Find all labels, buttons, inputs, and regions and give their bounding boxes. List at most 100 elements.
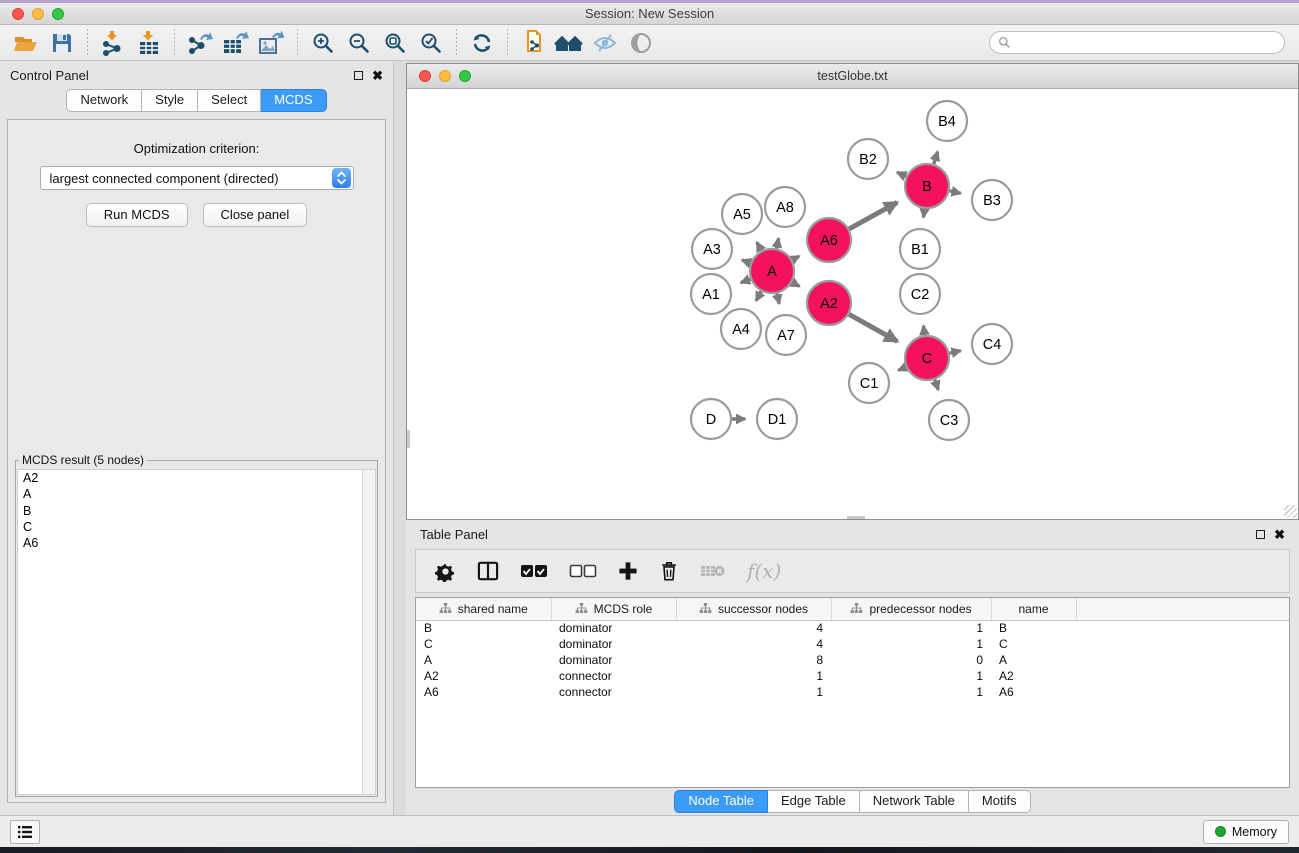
mcds-result-item[interactable]: A2 xyxy=(18,470,375,486)
gear-button[interactable] xyxy=(435,561,456,582)
search-field[interactable] xyxy=(989,31,1285,54)
delete-column-button[interactable] xyxy=(659,560,679,582)
import-network-button[interactable] xyxy=(95,28,131,58)
close-window-button[interactable] xyxy=(12,8,24,20)
float-table-panel-icon[interactable] xyxy=(1256,530,1265,539)
deselect-all-button[interactable] xyxy=(569,564,597,578)
table-panel-header: Table Panel ✖ xyxy=(406,520,1299,548)
network-zoom-button[interactable] xyxy=(459,70,471,82)
tab-style[interactable]: Style xyxy=(142,89,198,112)
graph-edge-A-A7[interactable] xyxy=(777,294,779,304)
mcds-list-scrollbar[interactable] xyxy=(362,470,375,794)
zoom-fit-button[interactable] xyxy=(377,28,413,58)
network-minimize-button[interactable] xyxy=(439,70,451,82)
table-cell-filler xyxy=(1076,684,1289,700)
column-header-MCDS-role[interactable]: MCDS role xyxy=(551,598,676,620)
graph-edge-A-A3[interactable] xyxy=(742,260,750,263)
graph-node-label: B xyxy=(922,179,932,195)
graph-edge-C-C2[interactable] xyxy=(924,326,925,335)
tab-node-table[interactable]: Node Table xyxy=(674,790,768,813)
tab-network[interactable]: Network xyxy=(66,89,142,112)
task-history-button[interactable] xyxy=(10,820,40,844)
table-row[interactable]: A6connector11A6 xyxy=(416,684,1289,700)
table-row[interactable]: Bdominator41B xyxy=(416,620,1289,636)
graph-edge-C-C1[interactable] xyxy=(898,367,906,370)
show-panel-button[interactable] xyxy=(623,28,659,58)
toolbar-separator xyxy=(297,29,298,57)
show-panel-icon xyxy=(628,31,654,55)
close-panel-icon[interactable]: ✖ xyxy=(372,69,383,82)
column-header-successor-nodes[interactable]: successor nodes xyxy=(676,598,831,620)
function-builder-button[interactable]: f(x) xyxy=(747,559,781,583)
minimize-window-button[interactable] xyxy=(32,8,44,20)
close-table-panel-icon[interactable]: ✖ xyxy=(1274,528,1285,541)
table-row[interactable]: Cdominator41C xyxy=(416,636,1289,652)
graph-edge-C-C3[interactable] xyxy=(935,380,939,390)
zoom-out-button[interactable] xyxy=(341,28,377,58)
save-session-icon xyxy=(50,31,74,55)
add-column-button[interactable] xyxy=(618,561,638,581)
import-table-button[interactable] xyxy=(131,28,167,58)
graph-edge-A-A8[interactable] xyxy=(777,238,779,248)
graph-edge-A-A4[interactable] xyxy=(756,291,761,301)
delete-table-button[interactable] xyxy=(700,563,726,579)
graph-edge-B-B4[interactable] xyxy=(934,152,938,164)
graph-edge-B-B3[interactable] xyxy=(950,191,961,194)
criterion-dropdown[interactable]: largest connected component (directed) xyxy=(40,166,354,190)
optimization-criterion-label: Optimization criterion: xyxy=(8,141,385,156)
graph-edge-A2-C[interactable] xyxy=(849,314,897,341)
mcds-result-item[interactable]: A xyxy=(18,486,375,502)
float-panel-icon[interactable] xyxy=(354,71,363,80)
control-panel-tabs: NetworkStyleSelectMCDS xyxy=(0,89,393,112)
export-table-button[interactable] xyxy=(218,28,254,58)
export-network-button[interactable] xyxy=(182,28,218,58)
table-row[interactable]: A2connector11A2 xyxy=(416,668,1289,684)
horizontal-scrollbar-nub[interactable] xyxy=(847,516,865,519)
graph-edge-A-A6[interactable] xyxy=(792,256,799,260)
column-header-name[interactable]: name xyxy=(991,598,1076,620)
graph-edge-B-B2[interactable] xyxy=(897,172,906,176)
graph-node-label: A xyxy=(767,264,777,280)
graph-edge-A-A5[interactable] xyxy=(757,242,761,250)
open-session-button[interactable] xyxy=(8,28,44,58)
graph-edge-A6-B[interactable] xyxy=(849,202,897,229)
tab-motifs[interactable]: Motifs xyxy=(969,790,1031,813)
zoom-in-button[interactable] xyxy=(305,28,341,58)
split-columns-button[interactable] xyxy=(477,561,499,581)
close-panel-button[interactable]: Close panel xyxy=(203,203,308,227)
search-input[interactable] xyxy=(1016,36,1276,50)
tab-edge-table[interactable]: Edge Table xyxy=(768,790,860,813)
memory-button[interactable]: Memory xyxy=(1203,820,1289,844)
select-all-button[interactable] xyxy=(520,564,548,578)
graph-edge-A-A2[interactable] xyxy=(792,282,799,286)
save-session-button[interactable] xyxy=(44,28,80,58)
resize-grip-icon[interactable] xyxy=(1284,505,1297,518)
column-header-predecessor-nodes[interactable]: predecessor nodes xyxy=(831,598,991,620)
run-mcds-button[interactable]: Run MCDS xyxy=(86,203,188,227)
tab-network-table[interactable]: Network Table xyxy=(860,790,969,813)
mcds-result-item[interactable]: A6 xyxy=(18,535,375,551)
table-cell: 0 xyxy=(831,652,991,668)
graph-edge-C-C4[interactable] xyxy=(950,351,961,354)
graph-node-label: A5 xyxy=(733,207,751,223)
table-cell: 1 xyxy=(831,620,991,636)
zoom-fit-icon xyxy=(383,31,407,55)
tab-select[interactable]: Select xyxy=(198,89,261,112)
clone-network-button[interactable] xyxy=(515,28,551,58)
first-neighbors-button[interactable] xyxy=(551,28,587,58)
network-close-button[interactable] xyxy=(419,70,431,82)
tab-mcds[interactable]: MCDS xyxy=(261,89,326,112)
table-row[interactable]: Adominator80A xyxy=(416,652,1289,668)
mcds-result-item[interactable]: C xyxy=(18,519,375,535)
network-canvas[interactable]: AA1A2A3A4A5A6A7A8BB1B2B3B4CC1C2C3C4DD1 xyxy=(407,90,1298,519)
column-header-shared-name[interactable]: shared name xyxy=(416,598,551,620)
graph-edge-B-B1[interactable] xyxy=(924,209,925,217)
zoom-window-button[interactable] xyxy=(52,8,64,20)
export-image-button[interactable] xyxy=(254,28,290,58)
graph-edge-A-A1[interactable] xyxy=(741,279,751,283)
hide-panel-button[interactable] xyxy=(587,28,623,58)
vertical-scrollbar-nub[interactable] xyxy=(407,430,410,448)
zoom-selected-button[interactable] xyxy=(413,28,449,58)
mcds-result-item[interactable]: B xyxy=(18,503,375,519)
refresh-layout-button[interactable] xyxy=(464,28,500,58)
